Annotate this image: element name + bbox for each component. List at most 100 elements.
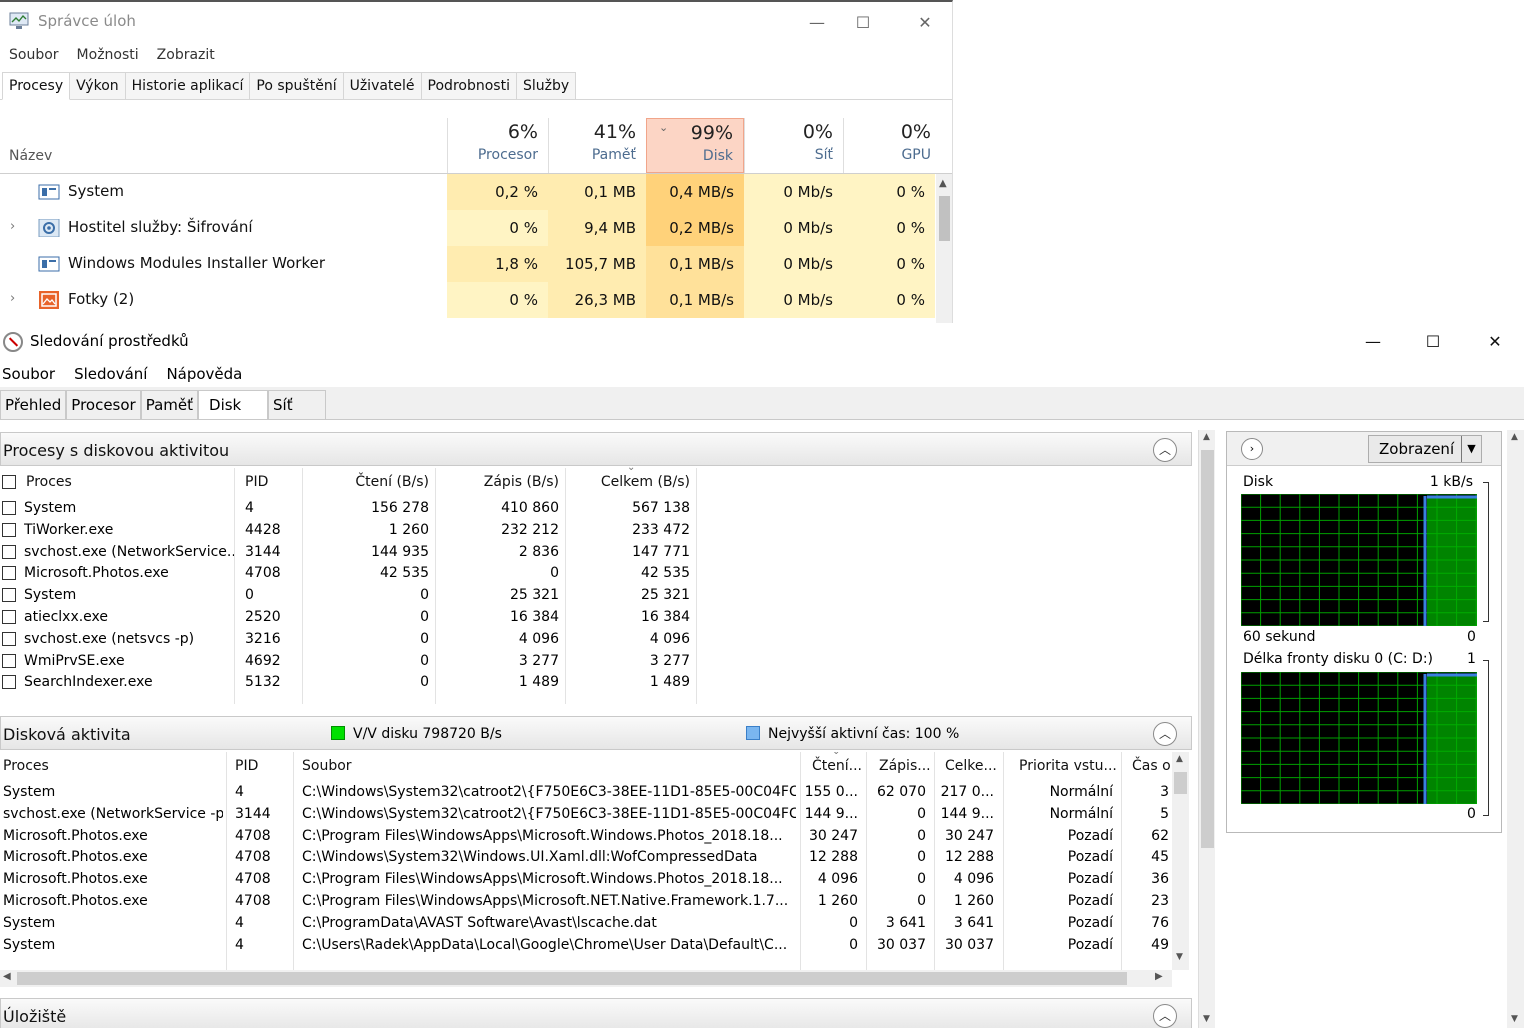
table-row[interactable]: System 4 C:\Users\Radek\AppData\Local\Goog…	[0, 934, 1170, 956]
table-row[interactable]: SearchIndexer.exe 5132 0 1 489 1 489	[0, 671, 1170, 693]
scrollbar-thumb[interactable]	[1174, 772, 1187, 794]
expand-chevron-icon[interactable]: ›	[10, 219, 15, 234]
table-row[interactable]: System 0 0 25 321 25 321	[0, 584, 1170, 606]
tab-users[interactable]: Uživatelé	[343, 72, 422, 100]
table-row[interactable]: svchost.exe (NetworkService -p) 3144 C:\Wi…	[0, 803, 1170, 825]
process-checkbox[interactable]	[2, 522, 16, 537]
table-row[interactable]: Microsoft.Photos.exe 4708 C:\Program Files…	[0, 825, 1170, 847]
column-header-process[interactable]: Proces	[3, 752, 223, 780]
column-header-pid[interactable]: PID	[235, 752, 290, 780]
column-header-write[interactable]: Zápis...	[879, 752, 931, 780]
scroll-up-arrow-icon[interactable]: ▲	[1511, 432, 1518, 442]
table-row[interactable]: Microsoft.Photos.exe 4708 C:\Program Files…	[0, 890, 1170, 912]
select-all-checkbox[interactable]	[2, 475, 16, 489]
tab-processes[interactable]: Procesy	[2, 72, 71, 100]
column-header-disk[interactable]: ⌄ 99% Disk	[646, 118, 744, 173]
section-header-disk-processes[interactable]: Procesy s diskovou aktivitou ︿	[0, 432, 1192, 466]
tab-overview[interactable]: Přehled	[0, 390, 67, 420]
tab-app-history[interactable]: Historie aplikací	[125, 72, 251, 100]
process-checkbox[interactable]	[2, 544, 16, 559]
menu-help[interactable]: Nápověda	[164, 361, 251, 387]
tab-details[interactable]: Podrobnosti	[421, 72, 517, 100]
scrollbar-thumb[interactable]	[1201, 450, 1214, 848]
process-checkbox[interactable]	[2, 501, 16, 515]
process-list-scrollbar[interactable]: ▲	[936, 174, 952, 323]
side-panel-scrollbar[interactable]: ▲ ▼	[1507, 430, 1524, 1028]
menu-options[interactable]: Možnosti	[68, 44, 148, 66]
menu-view[interactable]: Zobrazit	[148, 44, 224, 66]
view-dropdown-button[interactable]: Zobrazení ▼	[1368, 435, 1482, 463]
collapse-chevron-icon[interactable]: ︿	[1153, 722, 1177, 746]
tab-performance[interactable]: Výkon	[70, 72, 126, 100]
scroll-up-arrow-icon[interactable]: ▲	[1176, 754, 1183, 764]
minimize-button[interactable]: —	[1350, 327, 1396, 355]
activity-vertical-scrollbar[interactable]: ▲ ▼	[1172, 752, 1189, 970]
process-row[interactable]: › Fotky (2) 0 % 26,3 MB 0,1 MB/s 0 Mb/s …	[0, 282, 935, 318]
maximize-button[interactable]: ☐	[840, 8, 886, 36]
tab-cpu[interactable]: Procesor	[66, 390, 141, 420]
close-button[interactable]: ✕	[1472, 327, 1518, 355]
table-row[interactable]: Microsoft.Photos.exe 4708 C:\Program Files…	[0, 868, 1170, 890]
column-header-write[interactable]: Zápis (B/s)	[435, 468, 559, 496]
table-row[interactable]: System 4 C:\Windows\System32\catroot2\{F75…	[0, 781, 1170, 803]
column-header-read[interactable]: Čtení (B/s)	[302, 468, 429, 496]
scroll-down-arrow-icon[interactable]: ▼	[1176, 952, 1183, 962]
tab-disk[interactable]: Disk	[198, 390, 269, 420]
column-header-total[interactable]: Celke...	[945, 752, 1000, 780]
column-header-file[interactable]: Soubor	[302, 752, 792, 780]
main-vertical-scrollbar[interactable]: ▲ ▼	[1198, 430, 1215, 1028]
process-checkbox[interactable]	[2, 675, 16, 690]
tab-startup[interactable]: Po spuštění	[250, 72, 344, 100]
collapse-chevron-icon[interactable]: ︿	[1153, 438, 1177, 462]
scroll-up-arrow-icon[interactable]: ▲	[939, 178, 947, 189]
scroll-down-arrow-icon[interactable]: ▼	[1203, 1014, 1210, 1024]
activity-horizontal-scrollbar[interactable]: ◀ ▶	[0, 970, 1172, 987]
column-header-memory[interactable]: 41% Paměť	[548, 118, 646, 173]
table-row[interactable]: System 4 156 278 410 860 567 138	[0, 497, 1170, 519]
menu-file[interactable]: Soubor	[0, 44, 68, 66]
collapse-chevron-icon[interactable]: ︿	[1153, 1004, 1177, 1028]
table-row[interactable]: atieclxx.exe 2520 0 16 384 16 384	[0, 606, 1170, 628]
table-row[interactable]: Microsoft.Photos.exe 4708 C:\Windows\Syste…	[0, 846, 1170, 868]
column-header-response-time[interactable]: Čas o	[1132, 752, 1172, 780]
close-button[interactable]: ✕	[902, 8, 948, 36]
process-checkbox[interactable]	[2, 610, 16, 624]
tab-memory[interactable]: Paměť	[140, 390, 199, 420]
scroll-left-arrow-icon[interactable]: ◀	[3, 971, 11, 982]
table-row[interactable]: WmiPrvSE.exe 4692 0 3 277 3 277	[0, 650, 1170, 672]
table-row[interactable]: svchost.exe (NetworkService... 3144 144 93…	[0, 541, 1170, 563]
scroll-down-arrow-icon[interactable]: ▼	[1511, 1014, 1518, 1024]
process-row[interactable]: › Hostitel služby: Šifrování 0 % 9,4 MB …	[0, 210, 935, 246]
table-row[interactable]: TiWorker.exe 4428 1 260 232 212 233 472	[0, 519, 1170, 541]
expand-chevron-icon[interactable]: ›	[10, 291, 15, 306]
process-row[interactable]: System 0,2 % 0,1 MB 0,4 MB/s 0 Mb/s 0 %	[0, 174, 935, 210]
process-checkbox[interactable]	[2, 631, 16, 646]
process-checkbox[interactable]	[2, 566, 16, 581]
table-row[interactable]: svchost.exe (netsvcs -p) 3216 0 4 096 4 096	[0, 628, 1170, 650]
maximize-button[interactable]: ☐	[1410, 327, 1456, 355]
section-header-disk-activity[interactable]: Disková aktivita V/V disku 798720 B/s Ne…	[0, 716, 1192, 750]
process-row[interactable]: Windows Modules Installer Worker 1,8 % 1…	[0, 246, 935, 282]
column-header-process[interactable]: Proces	[0, 468, 234, 496]
scrollbar-thumb[interactable]	[939, 196, 950, 241]
table-row[interactable]: Microsoft.Photos.exe 4708 42 535 0 42 535	[0, 562, 1170, 584]
chevron-right-icon[interactable]: ›	[1241, 438, 1263, 460]
table-row[interactable]: System 4 C:\ProgramData\AVAST Software\Ava…	[0, 912, 1170, 934]
column-header-cpu[interactable]: 6% Procesor	[447, 118, 548, 173]
tab-network[interactable]: Síť	[268, 390, 327, 420]
menu-monitor[interactable]: Sledování	[72, 361, 156, 387]
scrollbar-thumb[interactable]	[17, 972, 1127, 985]
menu-file[interactable]: Soubor	[0, 361, 64, 387]
column-header-io-priority[interactable]: Priorita vstu...	[1019, 752, 1119, 780]
section-header-storage[interactable]: Úložiště ︿	[0, 998, 1192, 1028]
column-header-network[interactable]: 0% Síť	[744, 118, 843, 173]
column-header-name[interactable]: Název	[9, 148, 52, 164]
process-checkbox[interactable]	[2, 653, 16, 668]
column-header-gpu[interactable]: 0% GPU	[843, 118, 941, 173]
tab-services[interactable]: Služby	[516, 72, 577, 100]
process-checkbox[interactable]	[2, 588, 16, 603]
scroll-up-arrow-icon[interactable]: ▲	[1203, 432, 1210, 442]
minimize-button[interactable]: —	[794, 8, 840, 36]
scroll-right-arrow-icon[interactable]: ▶	[1155, 971, 1163, 982]
column-header-pid[interactable]: PID	[245, 468, 300, 496]
